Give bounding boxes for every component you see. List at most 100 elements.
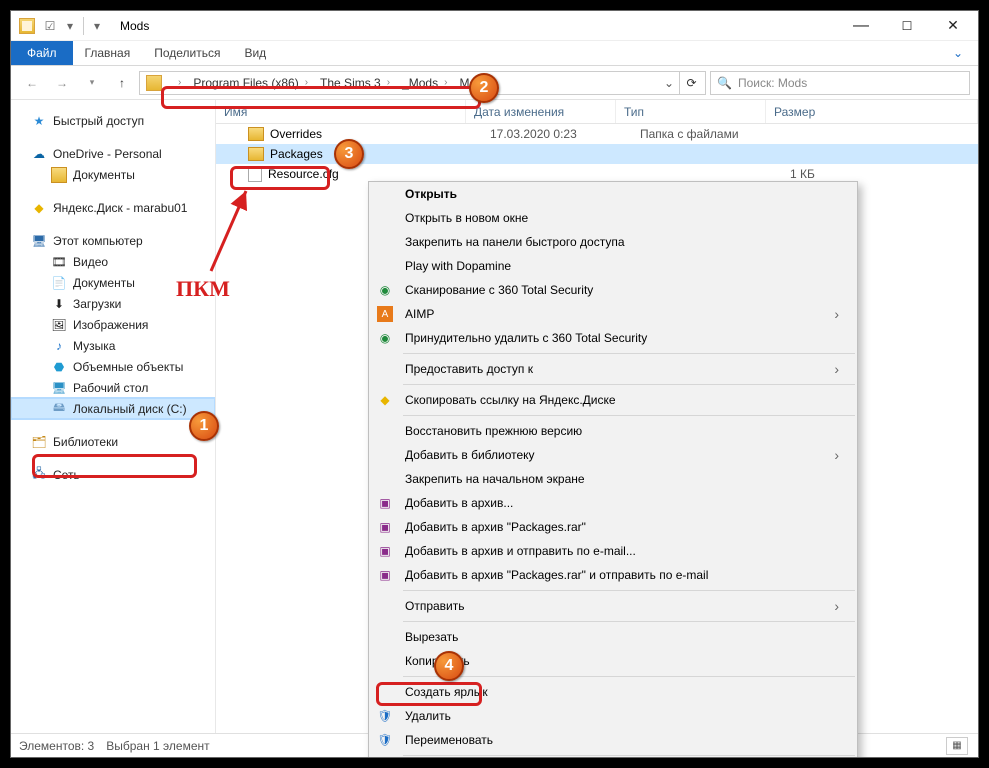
pictures-icon: 🖼 <box>51 317 67 333</box>
nav-libraries[interactable]: 🗂Библиотеки <box>11 431 215 452</box>
shield-icon: ◉ <box>377 282 393 298</box>
crumb-root-chevron[interactable]: › <box>166 72 187 94</box>
annotation-badge-1: 1 <box>189 411 219 441</box>
crumb-1[interactable]: The Sims 3› <box>314 72 396 94</box>
nav-desktop[interactable]: 🖥Рабочий стол <box>11 377 215 398</box>
chevron-right-icon: › <box>834 447 839 463</box>
aimp-icon: A <box>377 306 393 322</box>
folder-icon <box>248 127 264 141</box>
ctx-scan-360[interactable]: ◉Сканирование c 360 Total Security <box>369 278 857 302</box>
ctx-separator <box>403 415 855 416</box>
ctx-play-dopamine[interactable]: Play with Dopamine <box>369 254 857 278</box>
winrar-icon: ▣ <box>377 495 393 511</box>
search-icon: 🔍 <box>717 76 732 90</box>
tab-view[interactable]: Вид <box>232 41 278 65</box>
nav-forward-button[interactable]: → <box>49 70 75 96</box>
status-count: Элементов: 3 <box>19 739 94 753</box>
ribbon-tabs: Файл Главная Поделиться Вид ⌄ <box>11 41 978 66</box>
ctx-restore-version[interactable]: Восстановить прежнюю версию <box>369 419 857 443</box>
cloud-icon: ☁ <box>31 146 47 162</box>
star-icon: ★ <box>31 113 47 129</box>
ctx-separator <box>403 353 855 354</box>
yadisk-icon: ◆ <box>377 392 393 408</box>
nav-onedrive[interactable]: ☁OneDrive - Personal <box>11 143 215 164</box>
ctx-archive-4[interactable]: ▣Добавить в архив "Packages.rar" и отпра… <box>369 563 857 587</box>
crumb-2[interactable]: _Mods› <box>396 72 453 94</box>
qat-dropdown2-icon[interactable]: ▾ <box>88 17 106 35</box>
nav-drive-c[interactable]: 🖴Локальный диск (C:) <box>11 398 215 419</box>
chevron-right-icon: › <box>834 598 839 614</box>
view-large-button[interactable]: ▦ <box>946 737 968 755</box>
col-type[interactable]: Тип <box>616 100 766 123</box>
ctx-delete[interactable]: 🛡Удалить <box>369 704 857 728</box>
ctx-force-delete-360[interactable]: ◉Принудительно удалить с 360 Total Secur… <box>369 326 857 350</box>
maximize-button[interactable]: ☐ <box>884 11 930 41</box>
ctx-rename[interactable]: 🛡Переименовать <box>369 728 857 752</box>
folder-icon <box>19 18 35 34</box>
ctx-separator <box>403 676 855 677</box>
col-size[interactable]: Размер <box>766 100 978 123</box>
ctx-add-library[interactable]: Добавить в библиотеку› <box>369 443 857 467</box>
winrar-icon: ▣ <box>377 519 393 535</box>
col-name[interactable]: Имя <box>216 100 466 123</box>
ctx-archive-1[interactable]: ▣Добавить в архив... <box>369 491 857 515</box>
ctx-archive-2[interactable]: ▣Добавить в архив "Packages.rar" <box>369 515 857 539</box>
annotation-badge-3: 3 <box>334 139 364 169</box>
col-date[interactable]: Дата изменения <box>466 100 616 123</box>
ctx-aimp[interactable]: AAIMP› <box>369 302 857 326</box>
ctx-open-new-window[interactable]: Открыть в новом окне <box>369 206 857 230</box>
ctx-send[interactable]: Отправить› <box>369 594 857 618</box>
crumb-0[interactable]: Program Files (x86)› <box>187 72 314 94</box>
ctx-yadisk-link[interactable]: ◆Скопировать ссылку на Яндекс.Диске <box>369 388 857 412</box>
shield-uac-icon: 🛡 <box>377 732 393 748</box>
search-input[interactable]: 🔍 Поиск: Mods <box>710 71 970 95</box>
folder-icon <box>51 167 67 183</box>
video-icon: 🎞 <box>51 254 67 270</box>
qat-dropdown-icon[interactable]: ▾ <box>61 17 79 35</box>
qat-checkbox-icon[interactable]: ☑ <box>41 17 59 35</box>
titlebar: ☑ ▾ ▾ Mods — ☐ ✕ <box>11 11 978 41</box>
address-bar[interactable]: › Program Files (x86)› The Sims 3› _Mods… <box>139 71 706 95</box>
nav-back-button[interactable]: ← <box>19 70 45 96</box>
column-headers[interactable]: Имя Дата изменения Тип Размер <box>216 100 978 124</box>
tab-file[interactable]: Файл <box>11 41 73 65</box>
nav-up-button[interactable]: ↑ <box>109 70 135 96</box>
yadisk-icon: ◆ <box>31 200 47 216</box>
nav-3dobjects[interactable]: ⬣Объемные объекты <box>11 356 215 377</box>
annotation-badge-4: 4 <box>434 651 464 681</box>
ctx-grant-access[interactable]: Предоставить доступ к› <box>369 357 857 381</box>
file-row-packages[interactable]: Packages <box>216 144 978 164</box>
nav-history-button[interactable]: ▾ <box>79 70 105 96</box>
nav-thispc[interactable]: 🖥Этот компьютер <box>11 230 215 251</box>
status-selection: Выбран 1 элемент <box>106 739 209 753</box>
close-button[interactable]: ✕ <box>930 11 976 41</box>
ctx-separator <box>403 755 855 756</box>
chevron-right-icon: › <box>834 306 839 322</box>
tab-share[interactable]: Поделиться <box>142 41 232 65</box>
nav-network[interactable]: 🖧Сеть <box>11 464 215 485</box>
ctx-pin-start[interactable]: Закрепить на начальном экране <box>369 467 857 491</box>
ctx-open[interactable]: Открыть <box>369 182 857 206</box>
network-icon: 🖧 <box>31 467 47 483</box>
nav-quick-access[interactable]: ★Быстрый доступ <box>11 110 215 131</box>
minimize-button[interactable]: — <box>838 11 884 41</box>
quick-access-toolbar: ☑ ▾ ▾ <box>41 17 106 35</box>
nav-music[interactable]: ♪Музыка <box>11 335 215 356</box>
ctx-cut[interactable]: Вырезать <box>369 625 857 649</box>
ctx-pin-quick-access[interactable]: Закрепить на панели быстрого доступа <box>369 230 857 254</box>
window-title: Mods <box>120 19 149 33</box>
nav-pictures[interactable]: 🖼Изображения <box>11 314 215 335</box>
nav-pane[interactable]: ★Быстрый доступ ☁OneDrive - Personal Док… <box>11 100 216 733</box>
file-row-overrides[interactable]: Overrides 17.03.2020 0:23 Папка с файлам… <box>216 124 978 144</box>
ribbon-expand-button[interactable]: ⌄ <box>938 41 978 65</box>
ctx-shortcut[interactable]: Создать ярлык <box>369 680 857 704</box>
address-dropdown-button[interactable]: ⌄ <box>659 76 679 90</box>
nav-yadisk[interactable]: ◆Яндекс.Диск - marabu01 <box>11 197 215 218</box>
ctx-archive-3[interactable]: ▣Добавить в архив и отправить по e-mail.… <box>369 539 857 563</box>
nav-onedrive-docs[interactable]: Документы <box>11 164 215 185</box>
refresh-button[interactable]: ⟳ <box>679 72 703 94</box>
search-placeholder: Поиск: Mods <box>738 76 807 90</box>
nav-video[interactable]: 🎞Видео <box>11 251 215 272</box>
tab-home[interactable]: Главная <box>73 41 143 65</box>
downloads-icon: ⬇ <box>51 296 67 312</box>
